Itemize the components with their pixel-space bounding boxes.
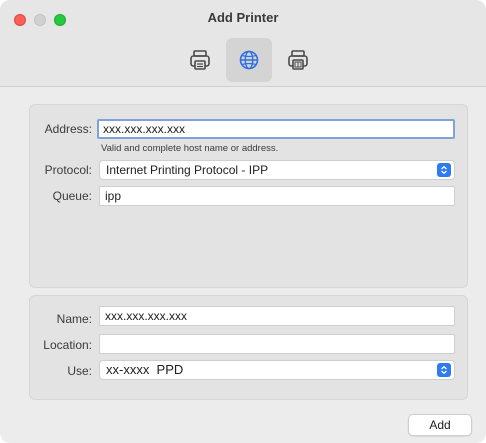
- address-label: Address:: [44, 122, 92, 136]
- queue-label: Queue:: [52, 189, 92, 203]
- toolbar-windows-button[interactable]: [275, 38, 321, 82]
- toolbar: Add Printer: [0, 0, 486, 87]
- printer-icon: [190, 50, 210, 70]
- add-printer-window: Add Printer Address: xxx.xxx.xxx.xxx Val…: [0, 0, 486, 443]
- address-hint: Valid and complete host name or address.: [101, 143, 279, 154]
- name-label: Name:: [56, 312, 92, 326]
- toolbar-ip-button[interactable]: [226, 38, 272, 82]
- add-button[interactable]: Add: [408, 414, 472, 436]
- printer-queue-icon: [288, 50, 308, 70]
- use-select[interactable]: xx-xxxx PPD: [99, 360, 455, 380]
- name-field[interactable]: xxx.xxx.xxx.xxx: [99, 306, 455, 326]
- popup-stepper-icon: [437, 363, 451, 377]
- window-title: Add Printer: [207, 10, 279, 25]
- protocol-label: Protocol:: [44, 163, 92, 177]
- protocol-value: Internet Printing Protocol - IPP: [106, 163, 269, 177]
- address-field[interactable]: xxx.xxx.xxx.xxx: [97, 119, 455, 139]
- globe-icon: [239, 50, 259, 70]
- use-value: xx-xxxx PPD: [106, 362, 184, 377]
- toolbar-default-button[interactable]: [177, 38, 223, 82]
- protocol-select[interactable]: Internet Printing Protocol - IPP: [99, 160, 455, 180]
- use-label: Use:: [67, 364, 92, 378]
- location-field[interactable]: [99, 334, 455, 354]
- popup-stepper-icon: [437, 163, 451, 177]
- location-label: Location:: [43, 338, 92, 352]
- queue-field[interactable]: ipp: [99, 186, 455, 206]
